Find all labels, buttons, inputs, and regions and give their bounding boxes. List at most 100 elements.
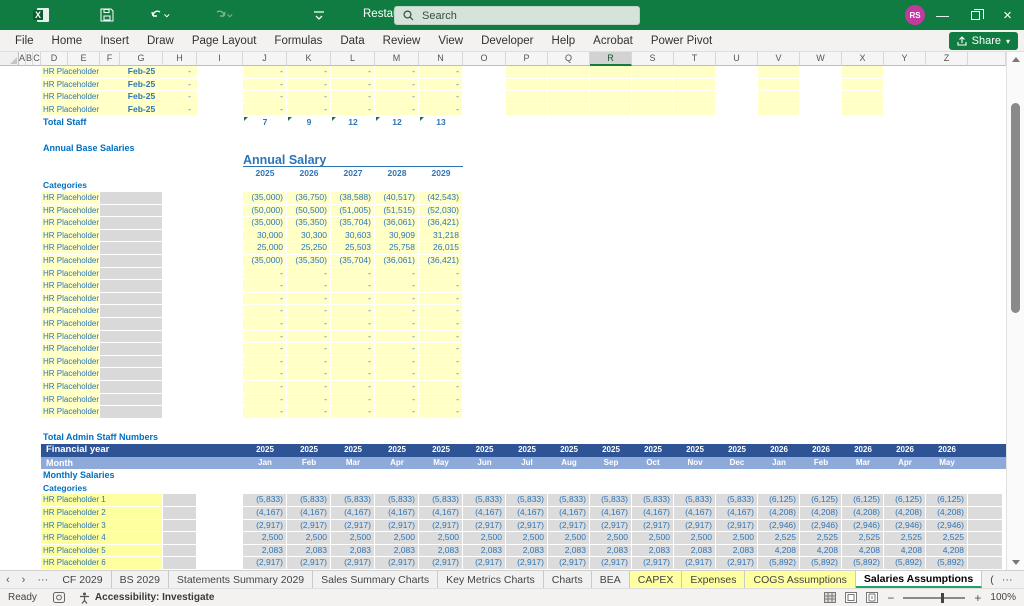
staff-month-cell[interactable]: - — [331, 79, 374, 91]
sheet-tab-cf-2029[interactable]: CF 2029 — [54, 571, 111, 588]
monthly-value-cell[interactable]: 2,083 — [243, 545, 286, 557]
staff-month-cell[interactable]: - — [287, 66, 330, 78]
monthly-row-name[interactable]: HR Placeholder 5 — [41, 545, 162, 557]
redo-icon[interactable] — [213, 7, 235, 23]
normal-view-icon[interactable] — [824, 592, 836, 603]
annual-value-cell[interactable]: - — [419, 331, 462, 343]
accessibility-status[interactable]: Accessibility: Investigate — [95, 592, 215, 603]
undo-icon[interactable] — [150, 7, 172, 23]
staff-empty-cell[interactable] — [590, 91, 631, 103]
page-layout-view-icon[interactable] — [845, 592, 857, 603]
monthly-value-cell[interactable]: (5,833) — [632, 494, 673, 506]
staff-empty-cell[interactable] — [548, 66, 589, 78]
monthly-value-cell[interactable]: (4,167) — [287, 507, 330, 519]
staff-name[interactable]: HR Placeholder 15 — [43, 66, 101, 78]
zoom-level[interactable]: 100% — [990, 592, 1016, 603]
annual-value-cell[interactable]: - — [375, 381, 418, 393]
annual-value-cell[interactable]: - — [331, 318, 374, 330]
column-header-U[interactable]: U — [716, 52, 758, 66]
monthly-value-cell[interactable]: (6,125) — [926, 494, 967, 506]
monthly-value-cell[interactable]: (4,167) — [674, 507, 715, 519]
annual-value-cell[interactable]: - — [331, 381, 374, 393]
monthly-value-cell[interactable]: (2,946) — [842, 520, 883, 532]
monthly-value-cell[interactable] — [968, 494, 1002, 506]
annual-value-cell[interactable]: - — [331, 305, 374, 317]
staff-h-value[interactable]: - — [163, 66, 194, 78]
new-sheet-button[interactable]: + — [1019, 571, 1024, 588]
annual-row-name[interactable]: HR Placeholder 7 — [41, 268, 99, 280]
monthly-value-cell[interactable]: (5,833) — [674, 494, 715, 506]
staff-h-value[interactable]: - — [163, 91, 194, 103]
annual-value-cell[interactable]: - — [419, 343, 462, 355]
annual-value-cell[interactable]: 25,758 — [375, 242, 418, 254]
staff-name[interactable]: HR Placeholder 17 — [43, 91, 101, 103]
monthly-value-cell[interactable]: (4,208) — [884, 507, 925, 519]
monthly-value-cell[interactable]: (4,208) — [842, 507, 883, 519]
monthly-value-cell[interactable]: 2,500 — [716, 532, 757, 544]
column-header-Z[interactable]: Z — [926, 52, 968, 66]
monthly-value-cell[interactable]: 2,525 — [884, 532, 925, 544]
ribbon-tab-formulas[interactable]: Formulas — [265, 30, 331, 52]
excel-app-icon[interactable]: X — [33, 7, 50, 23]
annual-row-name[interactable]: HR Placeholder 14 — [41, 356, 99, 368]
restore-button[interactable] — [959, 0, 992, 30]
annual-row-name[interactable]: HR Placeholder 17 — [41, 394, 99, 406]
annual-value-cell[interactable]: (40,517) — [375, 192, 418, 204]
monthly-value-cell[interactable]: (4,208) — [800, 507, 841, 519]
monthly-value-cell[interactable]: 2,083 — [375, 545, 418, 557]
ribbon-tab-help[interactable]: Help — [543, 30, 585, 52]
annual-value-cell[interactable]: (35,000) — [243, 192, 286, 204]
staff-empty-cell[interactable] — [590, 104, 631, 116]
monthly-value-cell[interactable]: (2,917) — [331, 520, 374, 532]
sheet-tab-statements-summary-2029[interactable]: Statements Summary 2029 — [169, 571, 313, 588]
monthly-value-cell[interactable]: 2,500 — [243, 532, 286, 544]
staff-empty-cell[interactable] — [548, 79, 589, 91]
annual-value-cell[interactable]: - — [419, 406, 462, 418]
monthly-value-cell[interactable]: 2,083 — [419, 545, 462, 557]
annual-value-cell[interactable]: - — [419, 305, 462, 317]
staff-h-value[interactable]: - — [163, 79, 194, 91]
monthly-value-cell[interactable]: (5,892) — [926, 557, 967, 569]
monthly-value-cell[interactable]: 4,208 — [800, 545, 841, 557]
monthly-value-cell[interactable]: 2,525 — [800, 532, 841, 544]
annual-value-cell[interactable]: (50,500) — [287, 205, 330, 217]
ribbon-tab-data[interactable]: Data — [331, 30, 373, 52]
monthly-value-cell[interactable]: 2,500 — [674, 532, 715, 544]
annual-value-cell[interactable]: - — [287, 381, 330, 393]
select-all-corner[interactable] — [0, 52, 19, 66]
staff-empty-cell[interactable] — [632, 79, 673, 91]
staff-empty-cell[interactable] — [674, 79, 715, 91]
annual-value-cell[interactable]: - — [331, 268, 374, 280]
sheet-tab--[interactable]: ( — [982, 571, 996, 588]
staff-month-cell[interactable]: - — [375, 79, 418, 91]
monthly-value-cell[interactable]: (5,833) — [375, 494, 418, 506]
monthly-value-cell[interactable]: (4,167) — [463, 507, 505, 519]
staff-empty-cell[interactable] — [842, 91, 883, 103]
monthly-row-input-cell[interactable] — [163, 545, 196, 557]
staff-month-cell[interactable]: - — [243, 104, 286, 116]
monthly-value-cell[interactable]: (4,208) — [758, 507, 799, 519]
monthly-value-cell[interactable]: (5,892) — [884, 557, 925, 569]
annual-value-cell[interactable]: - — [287, 280, 330, 292]
monthly-row-name[interactable]: HR Placeholder 2 — [41, 507, 162, 519]
share-button[interactable]: Share ▾ — [949, 32, 1018, 50]
ribbon-tab-developer[interactable]: Developer — [472, 30, 542, 52]
total-staff-value[interactable]: 13 — [419, 116, 463, 129]
annual-value-cell[interactable]: - — [331, 356, 374, 368]
annual-row-name[interactable]: HR Placeholder 16 — [41, 381, 99, 393]
annual-row-name[interactable]: HR Placeholder 12 — [41, 331, 99, 343]
annual-value-cell[interactable]: - — [419, 356, 462, 368]
monthly-value-cell[interactable]: 4,208 — [758, 545, 799, 557]
monthly-value-cell[interactable]: 2,500 — [419, 532, 462, 544]
staff-empty-cell[interactable] — [506, 104, 547, 116]
monthly-value-cell[interactable]: (2,917) — [287, 520, 330, 532]
annual-value-cell[interactable]: - — [331, 406, 374, 418]
monthly-row-input-cell[interactable] — [163, 532, 196, 544]
staff-empty-cell[interactable] — [842, 104, 883, 116]
monthly-value-cell[interactable]: 2,525 — [842, 532, 883, 544]
staff-name[interactable]: HR Placeholder 18 — [43, 104, 101, 116]
ribbon-tab-insert[interactable]: Insert — [91, 30, 138, 52]
monthly-value-cell[interactable]: 2,083 — [632, 545, 673, 557]
monthly-value-cell[interactable]: (5,892) — [800, 557, 841, 569]
annual-row-input-cell[interactable] — [100, 305, 162, 317]
